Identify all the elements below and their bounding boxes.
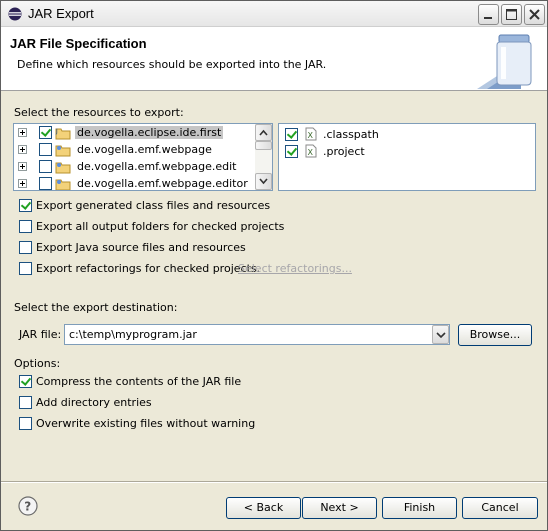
next-button[interactable]: Next > — [302, 497, 377, 519]
project-tree[interactable]: J de.vogella.eclipse.ide.first de.vogell… — [13, 123, 273, 191]
option-label: Export refactorings for checked projects… — [36, 262, 261, 275]
option-label: Export generated class files and resourc… — [36, 199, 271, 212]
export-class-files-checkbox[interactable] — [19, 199, 32, 212]
tree-item[interactable]: de.vogella.emf.webpage — [14, 141, 256, 158]
tree-item-label: de.vogella.emf.webpage.edit — [77, 160, 237, 173]
back-button[interactable]: < Back — [226, 497, 301, 519]
jar-file-combo[interactable]: c:\temp\myprogram.jar — [64, 324, 450, 345]
destination-label: Select the export destination: — [14, 301, 178, 314]
directory-entries-checkbox[interactable] — [19, 396, 32, 409]
minimize-button[interactable] — [478, 4, 499, 25]
scroll-down-button[interactable] — [255, 173, 272, 190]
scroll-up-button[interactable] — [255, 124, 272, 141]
svg-text:X: X — [308, 131, 314, 140]
overwrite-checkbox[interactable] — [19, 417, 32, 430]
project-checkbox[interactable] — [39, 126, 52, 139]
expand-toggle[interactable] — [18, 179, 27, 188]
eclipse-icon — [8, 7, 22, 21]
option-label: Export Java source files and resources — [36, 241, 246, 254]
option-label: Export all output folders for checked pr… — [36, 220, 285, 233]
footer-separator — [1, 481, 547, 483]
plugin-project-icon — [55, 162, 71, 174]
svg-text:?: ? — [24, 500, 31, 514]
window-title: JAR Export — [28, 6, 94, 21]
tree-scrollbar[interactable] — [255, 124, 272, 190]
project-checkbox[interactable] — [39, 160, 52, 173]
jar-file-dropdown-button[interactable] — [432, 325, 449, 344]
resources-label: Select the resources to export: — [14, 106, 184, 119]
project-checkbox[interactable] — [39, 177, 52, 190]
option-label: Compress the contents of the JAR file — [36, 375, 242, 388]
file-list[interactable]: X .classpath X .project — [278, 123, 536, 191]
page-title: JAR File Specification — [10, 36, 147, 51]
scroll-thumb[interactable] — [255, 141, 272, 150]
maximize-icon — [506, 9, 517, 20]
export-source-files-checkbox[interactable] — [19, 241, 32, 254]
expand-toggle[interactable] — [18, 162, 27, 171]
chevron-up-icon — [259, 129, 268, 136]
select-refactorings-link[interactable]: Select refactorings... — [238, 262, 352, 275]
close-button[interactable] — [524, 4, 545, 25]
tree-item-label: de.vogella.eclipse.ide.first — [75, 126, 224, 139]
jar-file-input[interactable]: c:\temp\myprogram.jar — [69, 328, 197, 341]
cancel-button[interactable]: Cancel — [462, 497, 538, 519]
browse-button[interactable]: Browse... — [458, 324, 532, 346]
java-project-icon: J — [55, 128, 71, 140]
plugin-project-icon — [55, 179, 71, 190]
svg-text:J: J — [55, 128, 58, 135]
wizard-header: JAR File Specification Define which reso… — [1, 27, 547, 91]
tree-item[interactable]: de.vogella.emf.webpage.editor — [14, 175, 256, 190]
export-output-folders-checkbox[interactable] — [19, 220, 32, 233]
tree-item[interactable]: de.vogella.emf.webpage.edit — [14, 158, 256, 175]
jar-file-label: JAR file: — [19, 328, 62, 341]
jar-image — [477, 34, 532, 89]
title-bar[interactable]: JAR Export — [1, 1, 547, 27]
plugin-project-icon — [55, 145, 71, 157]
tree-item-label: de.vogella.emf.webpage — [77, 143, 212, 156]
tree-item-label: de.vogella.emf.webpage.editor — [77, 177, 248, 190]
option-label: Add directory entries — [36, 396, 152, 409]
page-description: Define which resources should be exporte… — [17, 58, 327, 71]
tree-item[interactable]: J de.vogella.eclipse.ide.first — [14, 124, 256, 141]
file-item-label: .classpath — [323, 128, 379, 141]
options-label: Options: — [14, 357, 61, 370]
compress-checkbox[interactable] — [19, 375, 32, 388]
close-icon — [529, 9, 540, 20]
xml-file-icon: X — [305, 144, 317, 158]
help-icon[interactable]: ? — [18, 496, 38, 516]
expand-toggle[interactable] — [18, 128, 27, 137]
file-item[interactable]: X .project — [285, 143, 525, 160]
file-checkbox[interactable] — [285, 145, 298, 158]
jar-export-dialog: JAR Export JAR File Specification Define… — [0, 0, 548, 531]
xml-file-icon: X — [305, 127, 317, 141]
file-item[interactable]: X .classpath — [285, 126, 525, 143]
svg-text:X: X — [308, 148, 314, 157]
chevron-down-icon — [436, 332, 446, 338]
minimize-icon — [484, 17, 492, 19]
export-refactorings-checkbox[interactable] — [19, 262, 32, 275]
expand-toggle[interactable] — [18, 145, 27, 154]
file-item-label: .project — [323, 145, 365, 158]
file-checkbox[interactable] — [285, 128, 298, 141]
project-checkbox[interactable] — [39, 143, 52, 156]
chevron-down-icon — [259, 178, 268, 185]
maximize-button[interactable] — [501, 4, 522, 25]
finish-button[interactable]: Finish — [382, 497, 457, 519]
option-label: Overwrite existing files without warning — [36, 417, 256, 430]
